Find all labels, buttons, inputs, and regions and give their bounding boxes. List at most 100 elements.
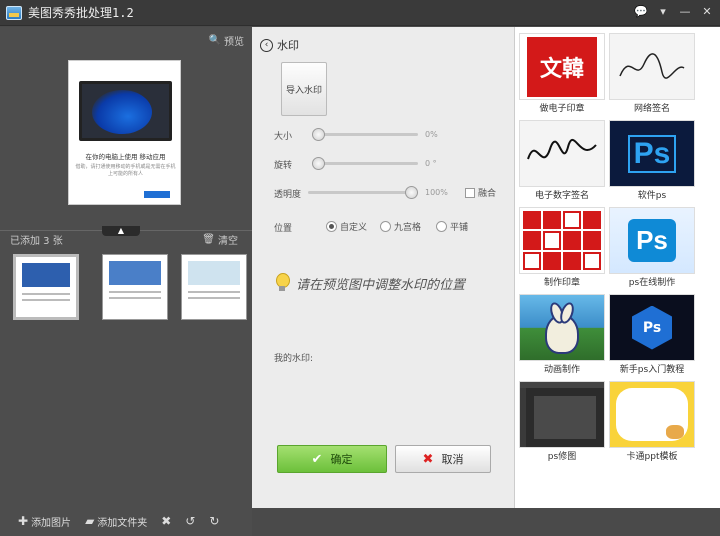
hint-text: 请在预览图中调整水印的位置 [296, 274, 465, 293]
size-slider-knob[interactable] [312, 128, 325, 141]
add-image-button[interactable]: ✚ 添加图片 [18, 514, 71, 529]
gallery-item[interactable]: 电子数字签名 [519, 120, 605, 206]
position-option-custom[interactable]: 自定义 [326, 220, 367, 233]
add-image-label: 添加图片 [31, 514, 71, 529]
back-button[interactable]: ‹ 水印 [260, 37, 299, 53]
ps-tutorial-image: Ps [609, 294, 695, 361]
app-icon [6, 6, 22, 20]
thumbnail-item[interactable] [13, 254, 79, 320]
red-seal-image: 文韓 [519, 33, 605, 100]
seal-text: 文韓 [527, 37, 597, 97]
cartoon-character-image [519, 294, 605, 361]
close-button[interactable]: ✕ [698, 4, 716, 20]
seal-samples-image [519, 207, 605, 274]
ps-interface-image [519, 381, 605, 448]
rotate-left-icon[interactable]: ↺ [185, 514, 195, 528]
preview-sub-line: 借助，请打通使用移动的手机或是无需在手机上可能的所有人 [75, 163, 176, 177]
gallery-caption: 制作印章 [519, 275, 605, 288]
size-slider[interactable] [314, 133, 418, 136]
collapse-toggle[interactable]: ▲ [102, 226, 140, 236]
title-bar: 美图秀秀批处理1.2 💬 ▾ — ✕ [0, 0, 720, 26]
position-option-grid[interactable]: 九宫格 [380, 220, 421, 233]
opacity-slider[interactable] [308, 191, 418, 194]
confirm-button[interactable]: ✔ 确定 [277, 445, 387, 473]
section-title: 水印 [277, 37, 299, 53]
rotate-slider-knob[interactable] [312, 157, 325, 170]
rotate-label: 旋转 [274, 158, 292, 171]
opacity-label: 透明度 [274, 187, 301, 200]
confirm-label: 确定 [330, 451, 352, 467]
gallery-caption: 新手ps入门教程 [609, 362, 695, 375]
gallery-item[interactable]: 网络签名 [609, 33, 695, 119]
gallery-item[interactable]: ps修图 [519, 381, 605, 467]
add-folder-label: 添加文件夹 [97, 514, 147, 529]
preview-monitor [79, 81, 172, 141]
gallery-caption: 网络签名 [609, 101, 695, 114]
preview-card-button [144, 191, 170, 198]
trash-icon: 🗑 [202, 234, 215, 245]
minimize-button[interactable]: — [676, 4, 694, 20]
rotate-slider[interactable] [314, 162, 418, 165]
blend-checkbox[interactable]: 融合 [465, 186, 496, 199]
recommendation-grid: 文韓 做电子印章 网络签名 电子数字签名 Ps 软件ps [519, 33, 695, 467]
hint-row: 请在预览图中调整水印的位置 [274, 273, 465, 293]
ps-online-image: Ps [609, 207, 695, 274]
clear-button[interactable]: 🗑 清空 [202, 232, 238, 247]
preview-icon: 🔍 [209, 35, 221, 46]
add-folder-button[interactable]: ▰ 添加文件夹 [85, 514, 147, 529]
clear-label: 清空 [218, 232, 238, 247]
cancel-label: 取消 [441, 451, 463, 467]
position-option-label: 平铺 [450, 220, 468, 233]
gallery-item[interactable]: Ps 软件ps [609, 120, 695, 206]
ps-logo-text: Ps [628, 135, 677, 173]
delete-icon[interactable]: ✖ [161, 514, 171, 528]
blend-checkbox-box[interactable] [465, 188, 475, 198]
thumbnail-item[interactable] [102, 254, 168, 320]
preview-button[interactable]: 🔍 预览 [209, 33, 244, 48]
signature-image [609, 33, 695, 100]
menu-icon[interactable]: ▾ [654, 4, 672, 20]
window-controls: 💬 ▾ — ✕ [632, 4, 716, 20]
rotate-right-icon[interactable]: ↻ [209, 514, 219, 528]
blend-label: 融合 [478, 186, 496, 199]
close-icon: ✖ [423, 452, 434, 467]
my-watermark-label: 我的水印: [274, 351, 313, 364]
position-option-tile[interactable]: 平铺 [436, 220, 468, 233]
preview-title-line: 在你的电脑上使用 移动应用 [75, 151, 176, 161]
position-label: 位置 [274, 221, 292, 234]
cancel-button[interactable]: ✖ 取消 [395, 445, 491, 473]
gallery-item[interactable]: 动画制作 [519, 294, 605, 380]
gallery-caption: ps修图 [519, 449, 605, 462]
gallery-item[interactable]: 制作印章 [519, 207, 605, 293]
thumbnail-item[interactable] [181, 254, 247, 320]
window-title: 美图秀秀批处理1.2 [28, 4, 134, 21]
gallery-caption: 电子数字签名 [519, 188, 605, 201]
gallery-caption: 卡通ppt模板 [609, 449, 695, 462]
lightbulb-icon [274, 273, 290, 293]
gallery-caption: 软件ps [609, 188, 695, 201]
left-panel: 🔍 预览 在你的电脑上使用 移动应用 借助，请打通使用移动的手机或是无需在手机上… [0, 27, 252, 536]
opacity-value: 100% [425, 188, 448, 197]
gallery-caption: ps在线制作 [609, 275, 695, 288]
radio-grid[interactable] [380, 221, 391, 232]
gallery-item[interactable]: Ps 新手ps入门教程 [609, 294, 695, 380]
rotate-value: 0 ° [425, 159, 437, 168]
added-count: 已添加 3 张 [10, 232, 63, 247]
position-option-label: 九宫格 [394, 220, 421, 233]
opacity-slider-knob[interactable] [405, 186, 418, 199]
ps-logo-text: Ps [632, 306, 672, 350]
feedback-icon[interactable]: 💬 [632, 4, 650, 20]
import-watermark-button[interactable]: 导入水印 [281, 62, 327, 116]
back-arrow-icon: ‹ [260, 39, 273, 52]
recommendation-panel: 文韓 做电子印章 网络签名 电子数字签名 Ps 软件ps [514, 27, 720, 508]
radio-custom[interactable] [326, 221, 337, 232]
size-value: 0% [425, 130, 438, 139]
size-label: 大小 [274, 129, 292, 142]
ps-logo-text: Ps [628, 219, 676, 262]
radio-tile[interactable] [436, 221, 447, 232]
gallery-item[interactable]: 卡通ppt模板 [609, 381, 695, 467]
preview-image[interactable]: 在你的电脑上使用 移动应用 借助，请打通使用移动的手机或是无需在手机上可能的所有… [68, 60, 181, 205]
gallery-item[interactable]: Ps ps在线制作 [609, 207, 695, 293]
plus-icon: ✚ [18, 514, 28, 528]
gallery-item[interactable]: 文韓 做电子印章 [519, 33, 605, 119]
